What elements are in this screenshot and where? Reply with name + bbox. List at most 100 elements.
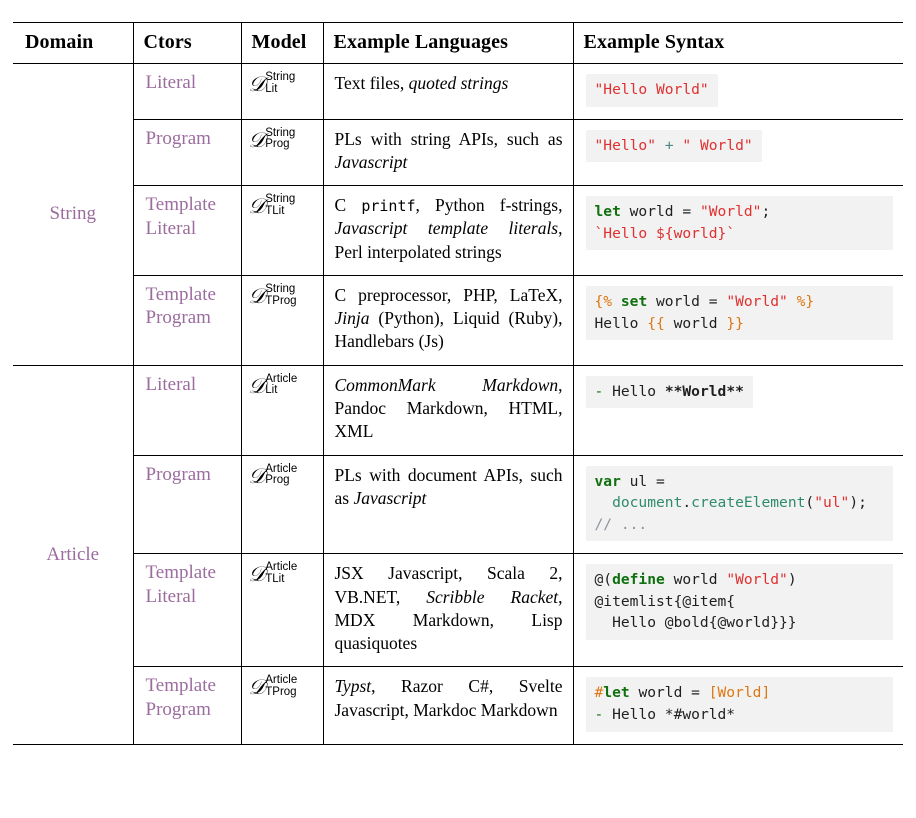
table-header: Domain Ctors Model Example Languages Exa… bbox=[13, 22, 903, 64]
model-affixes: String TLit bbox=[265, 193, 295, 217]
table-row: Template Literal 𝒟 String TLit C printf, P… bbox=[13, 185, 903, 276]
emphasis-text: CommonMark Markdown bbox=[334, 374, 559, 395]
example-languages-cell: Text files, quoted strings bbox=[322, 63, 573, 120]
emphasis-text: Typst bbox=[334, 676, 372, 697]
table-body: String Literal 𝒟 String Lit Text files, qu… bbox=[13, 63, 903, 745]
inline-code: printf bbox=[361, 197, 416, 216]
script-d-glyph: 𝒟 bbox=[248, 373, 266, 398]
model-symbol: 𝒟 Article TLit bbox=[249, 562, 298, 587]
code-block: let world = "World"; `Hello ${world}` bbox=[585, 196, 893, 251]
taxonomy-table: Domain Ctors Model Example Languages Exa… bbox=[13, 22, 903, 745]
model-subscript: Lit bbox=[265, 82, 278, 95]
model-cell: 𝒟 Article Prog bbox=[240, 454, 323, 554]
code-block: var ul = document.createElement("ul"); /… bbox=[585, 465, 893, 542]
script-d-glyph: 𝒟 bbox=[248, 194, 266, 219]
column-header-domain: Domain bbox=[13, 22, 133, 64]
model-subscript: Prog bbox=[265, 138, 290, 151]
table-row: Template Literal 𝒟 Article TLit JSX Javasc… bbox=[13, 553, 903, 667]
model-symbol: 𝒟 String Prog bbox=[248, 127, 296, 153]
ctors-cell: Program bbox=[132, 118, 241, 186]
model-affixes: String Prog bbox=[265, 127, 295, 151]
model-cell: 𝒟 String TLit bbox=[240, 185, 323, 276]
model-symbol: 𝒟 String TProg bbox=[248, 282, 297, 309]
model-cell: 𝒟 String Lit bbox=[240, 63, 323, 120]
model-symbol: 𝒟 String Lit bbox=[248, 71, 296, 97]
model-symbol: 𝒟 Article Prog bbox=[248, 463, 298, 489]
example-languages-cell: C preprocessor, PHP, La­TeX, Jinja (Pyth… bbox=[322, 274, 573, 366]
example-syntax-cell: "Hello" + " World" bbox=[572, 118, 903, 186]
model-cell: 𝒟 Article Lit bbox=[240, 365, 323, 456]
example-syntax-cell: - Hello **World** bbox=[572, 365, 903, 456]
model-cell: 𝒟 Article TProg bbox=[240, 666, 323, 745]
example-syntax-cell: let world = "World"; `Hello ${world}` bbox=[572, 185, 903, 276]
code-block: {% set world = "World" %} Hello {{ world… bbox=[585, 285, 893, 341]
ctors-cell: Template Program bbox=[132, 666, 241, 745]
ctors-cell: Template Literal bbox=[132, 553, 241, 667]
script-d-glyph: 𝒟 bbox=[248, 72, 266, 96]
model-affixes: Article Lit bbox=[265, 373, 297, 397]
example-languages-cell: PLs with string APIs, such as Javascript bbox=[322, 118, 573, 186]
table-bottom-rule bbox=[13, 743, 903, 745]
model-superscript: String bbox=[265, 282, 296, 295]
column-header-example-syntax: Example Syntax bbox=[572, 22, 903, 64]
script-d-glyph: 𝒟 bbox=[248, 675, 266, 700]
script-d-glyph: 𝒟 bbox=[248, 283, 266, 308]
ctors-cell: Literal bbox=[132, 63, 241, 120]
table-row: String Literal 𝒟 String Lit Text files, qu… bbox=[13, 63, 903, 224]
emphasis-text: Javascript template literals bbox=[334, 218, 559, 239]
example-languages-cell: CommonMark Markdown, Pandoc Markdown, HT… bbox=[322, 365, 573, 456]
emphasis-text: Javascript bbox=[334, 151, 408, 172]
example-syntax-cell: var ul = document.createElement("ul"); /… bbox=[572, 454, 903, 554]
model-affixes: String Lit bbox=[265, 71, 296, 95]
model-subscript: TProg bbox=[265, 686, 297, 699]
script-d-glyph: 𝒟 bbox=[248, 562, 266, 587]
example-syntax-cell: "Hello World" bbox=[572, 63, 903, 120]
model-symbol: 𝒟 Article Lit bbox=[248, 373, 298, 399]
ctors-cell: Literal bbox=[132, 365, 241, 456]
script-d-glyph: 𝒟 bbox=[248, 463, 266, 488]
ctors-cell: Template Program bbox=[132, 274, 241, 366]
model-cell: 𝒟 Article TLit bbox=[240, 553, 323, 667]
code-block: - Hello **World** bbox=[585, 375, 753, 409]
script-d-glyph: 𝒟 bbox=[248, 127, 266, 152]
model-cell: 𝒟 String TProg bbox=[240, 274, 323, 366]
model-affixes: Article Prog bbox=[265, 463, 297, 487]
column-header-example-languages: Example Languages bbox=[322, 22, 573, 64]
emphasis-text: Scribble Racket bbox=[426, 586, 559, 607]
column-header-ctors: Ctors bbox=[132, 22, 241, 64]
code-block: "Hello" + " World" bbox=[585, 129, 762, 163]
table-row: Article Literal 𝒟 Article Lit CommonMark M… bbox=[13, 365, 903, 565]
example-syntax-cell: {% set world = "World" %} Hello {{ world… bbox=[572, 274, 903, 366]
domain-cell-string: String bbox=[49, 203, 96, 225]
emphasis-text: quoted strings bbox=[408, 73, 509, 93]
model-affixes: Article TLit bbox=[265, 562, 297, 585]
model-subscript: TLit bbox=[265, 573, 285, 586]
table-row: Template Program 𝒟 Article TProg Typst, Ra… bbox=[13, 666, 903, 745]
example-syntax-cell: #let world = [World] - Hello *#world* bbox=[572, 666, 903, 745]
taxonomy-table-container: Domain Ctors Model Example Languages Exa… bbox=[13, 0, 903, 745]
example-languages-cell: Typst, Razor C#, Svelte Javascript, Mark… bbox=[322, 666, 573, 745]
table-row: Template Program 𝒟 String TProg C preproce… bbox=[13, 274, 903, 366]
example-syntax-cell: @(define world "World") @itemlist{@item{… bbox=[572, 553, 903, 667]
example-languages-cell: JSX Javascript, Scala 2, VB.NET, Scribbl… bbox=[322, 553, 573, 667]
code-block: #let world = [World] - Hello *#world* bbox=[585, 677, 893, 732]
model-subscript: TLit bbox=[265, 204, 285, 217]
model-affixes: Article TProg bbox=[265, 675, 297, 698]
model-subscript: TProg bbox=[265, 294, 297, 307]
model-subscript: Lit bbox=[265, 384, 278, 397]
example-languages-cell: C printf, Python f-strings, Javascript t… bbox=[322, 185, 573, 276]
code-block: "Hello World" bbox=[585, 74, 718, 107]
model-subscript: Prog bbox=[265, 474, 290, 487]
model-affixes: String TProg bbox=[265, 282, 297, 307]
example-languages-cell: PLs with document APIs, such as Javascri… bbox=[322, 454, 573, 554]
model-superscript: String bbox=[265, 71, 296, 83]
table-row: Program 𝒟 Article Prog PLs with document A… bbox=[13, 454, 903, 554]
model-cell: 𝒟 String Prog bbox=[240, 118, 323, 186]
code-block: @(define world "World") @itemlist{@item{… bbox=[585, 564, 893, 641]
ctors-cell: Template Literal bbox=[132, 185, 241, 276]
table-header-row: Domain Ctors Model Example Languages Exa… bbox=[13, 22, 903, 64]
table-row: Program 𝒟 String Prog PLs with string APIs… bbox=[13, 118, 903, 186]
model-symbol: 𝒟 String TLit bbox=[248, 193, 296, 219]
column-header-model: Model bbox=[240, 22, 323, 64]
domain-cell-article: Article bbox=[46, 543, 100, 565]
